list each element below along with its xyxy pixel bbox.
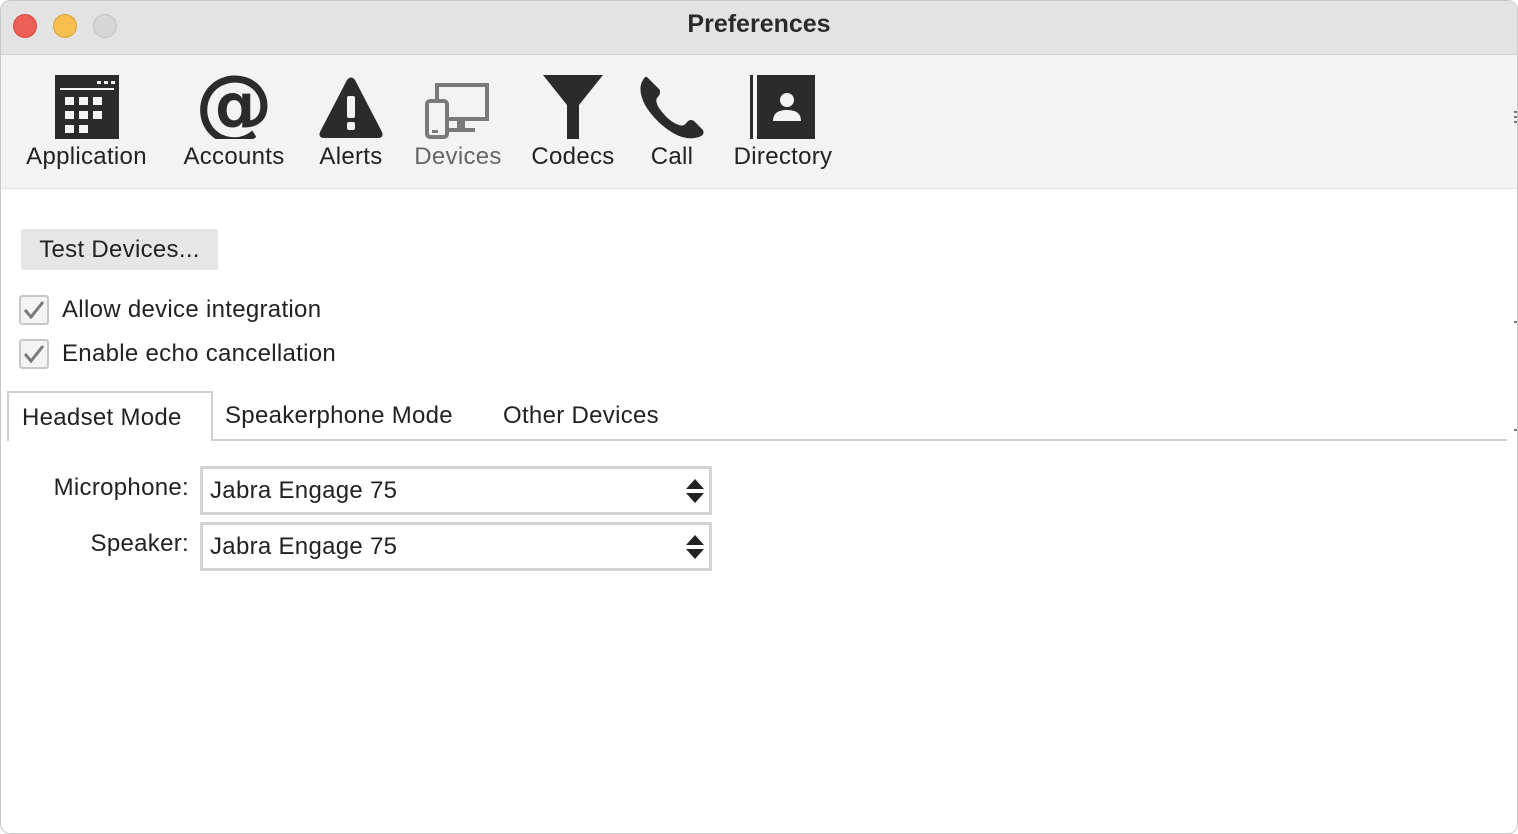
- speaker-select[interactable]: Jabra Engage 75: [200, 522, 712, 571]
- speaker-label: Speaker:: [90, 530, 189, 557]
- funnel-icon: [538, 73, 608, 139]
- toolbar-item-accounts[interactable]: @ Accounts: [181, 71, 287, 171]
- allow-device-integration-checkbox[interactable]: [19, 295, 49, 325]
- microphone-label: Microphone:: [53, 474, 189, 501]
- toolbar-item-label: Call: [650, 143, 694, 170]
- toolbar-item-label: Codecs: [531, 143, 615, 170]
- window-edge-mark: [1514, 429, 1517, 431]
- window-edge-mark: [1514, 116, 1517, 118]
- enable-echo-cancellation-checkbox[interactable]: [19, 339, 49, 369]
- tab-other-devices[interactable]: Other Devices: [503, 391, 659, 441]
- updown-arrows-icon: [686, 479, 704, 503]
- at-sign-icon: @: [199, 71, 269, 139]
- enable-echo-cancellation-row: Enable echo cancellation: [19, 339, 336, 369]
- toolbar-item-directory[interactable]: Directory: [729, 73, 837, 171]
- enable-echo-cancellation-label: Enable echo cancellation: [62, 340, 337, 367]
- microphone-select[interactable]: Jabra Engage 75: [200, 466, 712, 515]
- toolbar-item-alerts[interactable]: Alerts: [316, 73, 386, 171]
- window-edge-mark: [1514, 111, 1517, 113]
- toolbar-item-label: Devices: [414, 143, 502, 170]
- contact-book-icon: [748, 73, 818, 139]
- tab-headset-mode[interactable]: Headset Mode: [7, 391, 213, 441]
- updown-arrows-icon: [686, 535, 704, 559]
- toolbar-item-label: Alerts: [319, 143, 383, 170]
- toolbar-item-label: Application: [26, 143, 147, 170]
- monitor-phone-icon: [423, 73, 493, 139]
- toolbar-item-application[interactable]: Application: [21, 73, 152, 171]
- checkmark-icon: [24, 301, 44, 319]
- window-edge-mark: [1514, 321, 1517, 323]
- toolbar-item-devices[interactable]: Devices: [414, 73, 502, 171]
- checkmark-icon: [24, 345, 44, 363]
- window-edge-mark: [1514, 121, 1517, 123]
- toolbar-item-call[interactable]: Call: [639, 73, 705, 171]
- toolbar-item-label: Directory: [733, 143, 833, 170]
- svg-text:@: @: [200, 71, 268, 139]
- warning-triangle-icon: [316, 73, 386, 139]
- phone-handset-icon: [637, 73, 707, 139]
- microphone-value: Jabra Engage 75: [210, 477, 398, 504]
- allow-device-integration-row: Allow device integration: [19, 295, 321, 325]
- test-devices-button[interactable]: Test Devices...: [21, 229, 218, 270]
- calendar-grid-icon: [52, 73, 122, 139]
- speaker-value: Jabra Engage 75: [210, 533, 398, 560]
- title-bar: Preferences: [1, 1, 1517, 55]
- toolbar-item-label: Accounts: [183, 143, 285, 170]
- preferences-toolbar: Application @ Accounts Alerts: [1, 55, 1517, 189]
- device-mode-tabs: Headset Mode Speakerphone Mode Other Dev…: [7, 391, 1507, 441]
- preferences-window: Preferences Application Accounts Alerts …: [0, 0, 1518, 834]
- toolbar-item-codecs[interactable]: Codecs: [531, 73, 615, 171]
- allow-device-integration-label: Allow device integration: [62, 296, 322, 323]
- tab-speakerphone-mode[interactable]: Speakerphone Mode: [225, 391, 453, 441]
- window-title: Preferences: [687, 10, 831, 38]
